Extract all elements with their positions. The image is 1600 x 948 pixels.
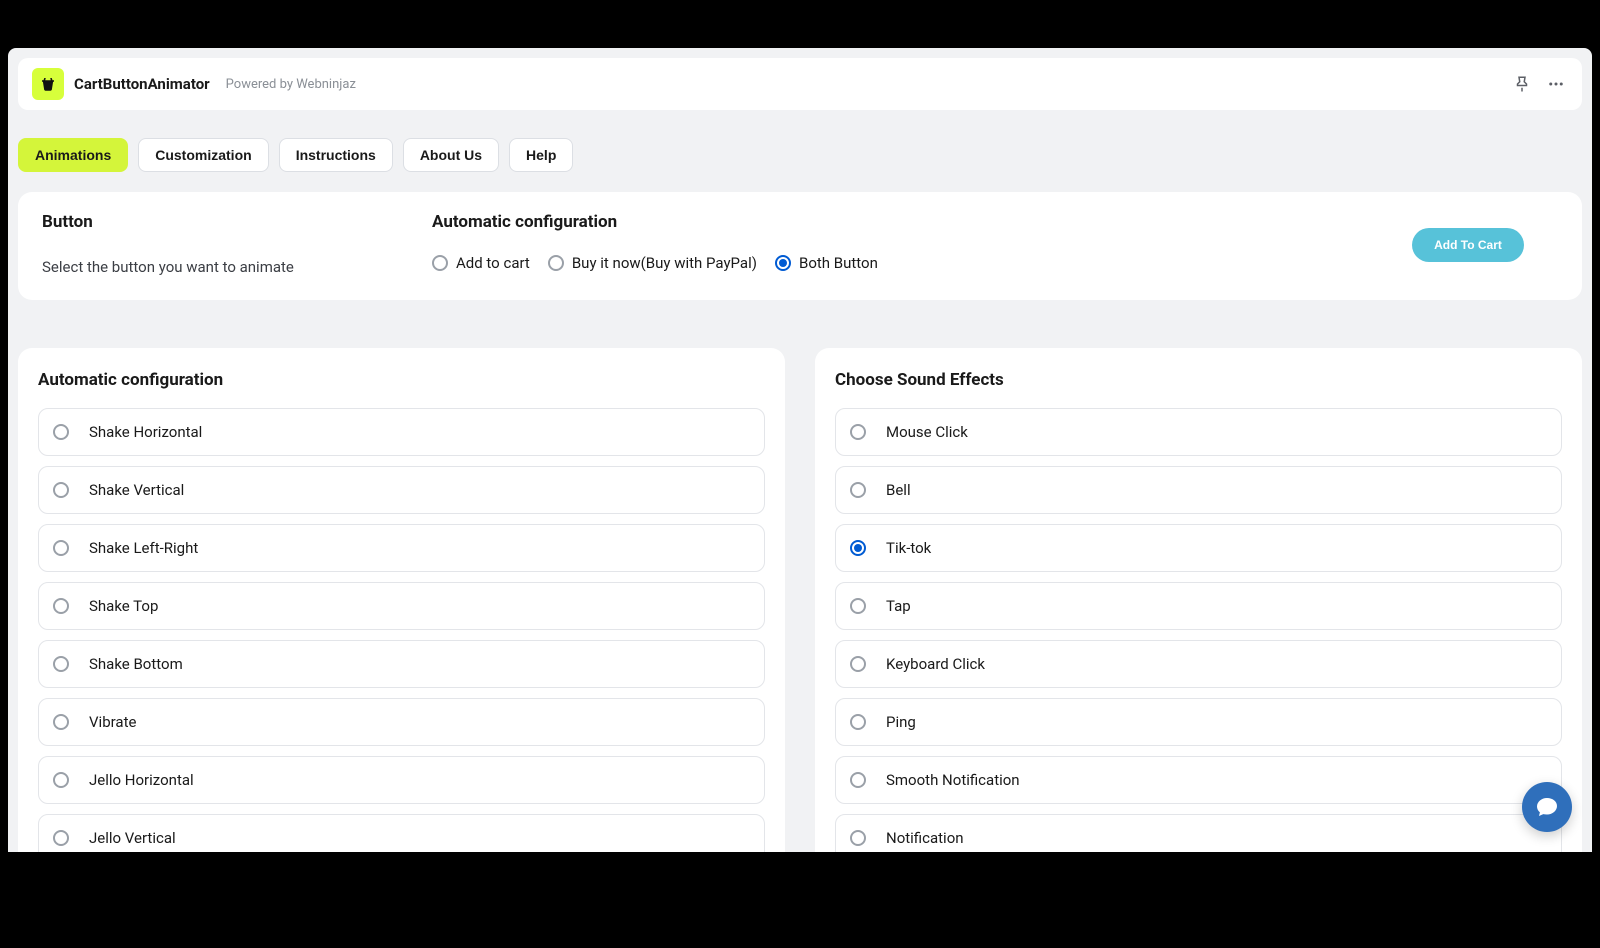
radio-label: Add to cart	[456, 254, 530, 272]
option-label: Shake Horizontal	[89, 423, 202, 441]
option-label: Ping	[886, 713, 916, 731]
animation-option[interactable]: Shake Bottom	[38, 640, 765, 688]
radio-label: Buy it now(Buy with PayPal)	[572, 254, 757, 272]
app-logo	[32, 68, 64, 100]
animation-config-panel: Automatic configuration Shake Horizontal…	[18, 348, 785, 852]
animation-panel-title: Automatic configuration	[38, 370, 765, 390]
radio-icon	[53, 598, 69, 614]
button-section: Button Select the button you want to ani…	[18, 192, 1582, 300]
sound-option[interactable]: Mouse Click	[835, 408, 1562, 456]
sound-option[interactable]: Keyboard Click	[835, 640, 1562, 688]
config-columns: Automatic configuration Shake Horizontal…	[18, 348, 1582, 852]
option-label: Shake Vertical	[89, 481, 184, 499]
tab-about-us[interactable]: About Us	[403, 138, 499, 172]
app-title: CartButtonAnimator	[74, 75, 210, 93]
animation-option[interactable]: Shake Horizontal	[38, 408, 765, 456]
app-header: CartButtonAnimator Powered by Webninjaz	[18, 58, 1582, 110]
sound-panel-title: Choose Sound Effects	[835, 370, 1562, 390]
sound-option[interactable]: Smooth Notification	[835, 756, 1562, 804]
radio-icon	[53, 830, 69, 846]
chat-bubble-button[interactable]	[1522, 782, 1572, 832]
sound-effects-panel: Choose Sound Effects Mouse Click Bell Tik-…	[815, 348, 1582, 852]
animation-option[interactable]: Vibrate	[38, 698, 765, 746]
animation-option[interactable]: Shake Left-Right	[38, 524, 765, 572]
button-type-option[interactable]: Buy it now(Buy with PayPal)	[548, 254, 757, 272]
button-type-option[interactable]: Both Button	[775, 254, 878, 272]
tab-help[interactable]: Help	[509, 138, 573, 172]
radio-icon	[53, 772, 69, 788]
radio-label: Both Button	[799, 254, 878, 272]
button-section-subtitle: Select the button you want to animate	[42, 258, 432, 276]
radio-icon	[775, 255, 791, 271]
sound-option[interactable]: Tik-tok	[835, 524, 1562, 572]
radio-icon	[850, 540, 866, 556]
button-type-option[interactable]: Add to cart	[432, 254, 530, 272]
tabs-row: Animations Customization Instructions About…	[8, 110, 1592, 172]
option-label: Smooth Notification	[886, 771, 1020, 789]
app-frame: CartButtonAnimator Powered by Webninjaz …	[8, 48, 1592, 852]
sound-option[interactable]: Ping	[835, 698, 1562, 746]
radio-icon	[53, 656, 69, 672]
pin-icon[interactable]	[1510, 72, 1534, 96]
radio-icon	[53, 540, 69, 556]
powered-by-label: Powered by Webninjaz	[226, 77, 356, 92]
button-section-title: Button	[42, 212, 432, 232]
sound-option[interactable]: Notification	[835, 814, 1562, 852]
option-label: Shake Bottom	[89, 655, 183, 673]
option-label: Vibrate	[89, 713, 136, 731]
radio-icon	[850, 772, 866, 788]
option-label: Bell	[886, 481, 911, 499]
option-label: Jello Horizontal	[89, 771, 194, 789]
option-label: Tap	[886, 597, 911, 615]
sound-option[interactable]: Tap	[835, 582, 1562, 630]
radio-icon	[850, 482, 866, 498]
auto-config-title: Automatic configuration	[432, 212, 1378, 232]
radio-icon	[53, 714, 69, 730]
animation-option[interactable]: Shake Vertical	[38, 466, 765, 514]
tab-instructions[interactable]: Instructions	[279, 138, 393, 172]
button-type-radio-group: Add to cart Buy it now(Buy with PayPal) Bo…	[432, 254, 1378, 272]
animation-option[interactable]: Jello Horizontal	[38, 756, 765, 804]
tab-animations[interactable]: Animations	[18, 138, 128, 172]
radio-icon	[850, 656, 866, 672]
preview-add-to-cart-button[interactable]: Add To Cart	[1412, 228, 1524, 262]
radio-icon	[53, 424, 69, 440]
animation-option[interactable]: Shake Top	[38, 582, 765, 630]
more-icon[interactable]	[1544, 72, 1568, 96]
radio-icon	[850, 424, 866, 440]
option-label: Shake Left-Right	[89, 539, 198, 557]
option-label: Notification	[886, 829, 964, 847]
radio-icon	[850, 830, 866, 846]
option-label: Jello Vertical	[89, 829, 176, 847]
option-label: Tik-tok	[886, 539, 931, 557]
sound-option[interactable]: Bell	[835, 466, 1562, 514]
radio-icon	[850, 714, 866, 730]
animation-option[interactable]: Jello Vertical	[38, 814, 765, 852]
option-label: Keyboard Click	[886, 655, 985, 673]
radio-icon	[53, 482, 69, 498]
tab-customization[interactable]: Customization	[138, 138, 268, 172]
option-label: Mouse Click	[886, 423, 968, 441]
radio-icon	[432, 255, 448, 271]
radio-icon	[850, 598, 866, 614]
option-label: Shake Top	[89, 597, 158, 615]
radio-icon	[548, 255, 564, 271]
